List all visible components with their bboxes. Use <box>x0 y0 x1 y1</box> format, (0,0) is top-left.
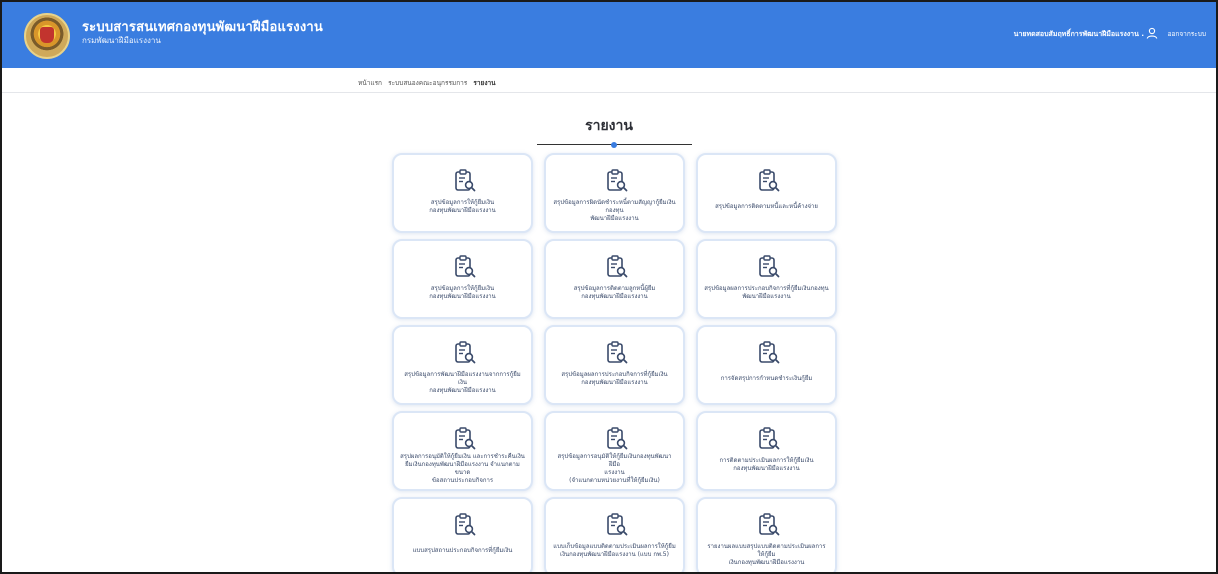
report-card[interactable]: สรุปข้อมูลผลการประกอบกิจการที่กู้ยืมเงิน… <box>544 325 685 405</box>
breadcrumb-home[interactable]: หน้าแรก <box>358 79 382 87</box>
logout-link[interactable]: ออกจากระบบ <box>1168 29 1206 39</box>
report-clipboard-icon <box>454 427 476 451</box>
top-header: ระบบสารสนเทศกองทุนพัฒนาฝีมือแรงงาน กรมพั… <box>2 2 1216 68</box>
breadcrumb-system[interactable]: ระบบสนองคณะอนุกรรมการ <box>388 79 467 87</box>
report-card-label: สรุปข้อมูลการอนุมัติให้กู้ยืมเงินกองทุนพ… <box>557 453 672 484</box>
report-card-label: สรุปข้อมูลผลการประกอบกิจการที่กู้ยืมเงิน… <box>561 371 668 386</box>
report-card[interactable]: สรุปข้อมูลการติดตามหนี้และหนี้ค้างจ่าย <box>696 153 837 233</box>
report-card-label: สรุปข้อมูลการผิดนัดชำระหนี้ตามสัญญากู้ยื… <box>553 199 676 222</box>
report-clipboard-icon <box>606 169 628 193</box>
report-card-label: สรุปข้อมูลผลการประกอบกิจการที่กู้ยืมเงิน… <box>704 285 829 300</box>
report-card[interactable]: สรุปผลการอนุมัติให้กู้ยืมเงิน และการชำระ… <box>392 411 533 491</box>
report-clipboard-icon <box>606 255 628 279</box>
breadcrumb-current: รายงาน <box>473 79 496 87</box>
report-card-label: การติดตามประเมินผลการให้กู้ยืมเงิน กองทุน… <box>719 457 814 472</box>
breadcrumb-divider <box>2 92 1216 93</box>
report-card-label: สรุปข้อมูลการให้กู้ยืมเงิน กองทุนพัฒนาฝีม… <box>429 285 496 300</box>
report-card-label: สรุปข้อมูลการติดตามหนี้และหนี้ค้างจ่าย <box>715 203 818 210</box>
report-clipboard-icon <box>606 341 628 365</box>
report-card-label: แบบเก็บข้อมูลแบบติดตามประเมินผลการให้กู้… <box>553 543 676 558</box>
report-clipboard-icon <box>758 427 780 451</box>
report-clipboard-icon <box>454 341 476 365</box>
report-clipboard-icon <box>606 427 628 451</box>
report-card-label: การจัดสรุปการกำหนดชำระเงินกู้ยืม <box>720 375 813 382</box>
report-card[interactable]: การจัดสรุปการกำหนดชำระเงินกู้ยืม <box>696 325 837 405</box>
report-card[interactable]: สรุปข้อมูลการอนุมัติให้กู้ยืมเงินกองทุนพ… <box>544 411 685 491</box>
report-clipboard-icon <box>758 513 780 537</box>
report-card[interactable]: สรุปข้อมูลการให้กู้ยืมเงิน กองทุนพัฒนาฝีม… <box>392 239 533 319</box>
title-underline-dot <box>611 141 617 148</box>
app-window: ระบบสารสนเทศกองทุนพัฒนาฝีมือแรงงาน กรมพั… <box>0 0 1218 574</box>
report-card-label: รายงานผลแบบสรุปแบบติดตามประเมินผลการให้ก… <box>707 543 826 566</box>
report-clipboard-icon <box>758 169 780 193</box>
report-card[interactable]: การติดตามประเมินผลการให้กู้ยืมเงิน กองทุน… <box>696 411 837 491</box>
report-card[interactable]: แบบเก็บข้อมูลแบบติดตามประเมินผลการให้กู้… <box>544 497 685 572</box>
report-clipboard-icon <box>454 513 476 537</box>
page-title: รายงาน <box>585 118 633 134</box>
report-clipboard-icon <box>606 513 628 537</box>
user-icon[interactable] <box>1146 27 1158 39</box>
report-card-label: สรุปข้อมูลการติดตามลูกหนี้ผู้ยืม กองทุนพั… <box>573 285 656 300</box>
report-clipboard-icon <box>758 341 780 365</box>
breadcrumb: หน้าแรก ระบบสนองคณะอนุกรรมการ รายงาน <box>358 78 500 88</box>
department-logo-icon[interactable] <box>24 13 70 59</box>
report-card[interactable]: แบบสรุปสถานประกอบกิจการที่กู้ยืมเงิน <box>392 497 533 572</box>
report-clipboard-icon <box>454 169 476 193</box>
report-card-label: แบบสรุปสถานประกอบกิจการที่กู้ยืมเงิน <box>412 547 513 554</box>
report-card-label: สรุปข้อมูลการให้กู้ยืมเงิน กองทุนพัฒนาฝีม… <box>429 199 496 214</box>
report-card[interactable]: สรุปข้อมูลผลการประกอบกิจการที่กู้ยืมเงิน… <box>696 239 837 319</box>
report-card-label: สรุปผลการอนุมัติให้กู้ยืมเงิน และการชำระ… <box>400 453 525 484</box>
report-clipboard-icon <box>454 255 476 279</box>
report-card[interactable]: สรุปข้อมูลการติดตามลูกหนี้ผู้ยืม กองทุนพั… <box>544 239 685 319</box>
app-subtitle: กรมพัฒนาฝีมือแรงงาน <box>82 36 161 45</box>
report-card[interactable]: รายงานผลแบบสรุปแบบติดตามประเมินผลการให้ก… <box>696 497 837 572</box>
report-card[interactable]: สรุปข้อมูลการผิดนัดชำระหนี้ตามสัญญากู้ยื… <box>544 153 685 233</box>
report-clipboard-icon <box>758 255 780 279</box>
report-card[interactable]: สรุปข้อมูลการให้กู้ยืมเงิน กองทุนพัฒนาฝีม… <box>392 153 533 233</box>
report-card-label: สรุปข้อมูลการพัฒนาฝีมือแรงงานจากการกู้ยื… <box>404 371 521 394</box>
user-name[interactable]: นายทดสอบสัมฤทธิ์การพัฒนาฝีมือแรงงาน . <box>1014 29 1144 40</box>
report-card[interactable]: สรุปข้อมูลการพัฒนาฝีมือแรงงานจากการกู้ยื… <box>392 325 533 405</box>
